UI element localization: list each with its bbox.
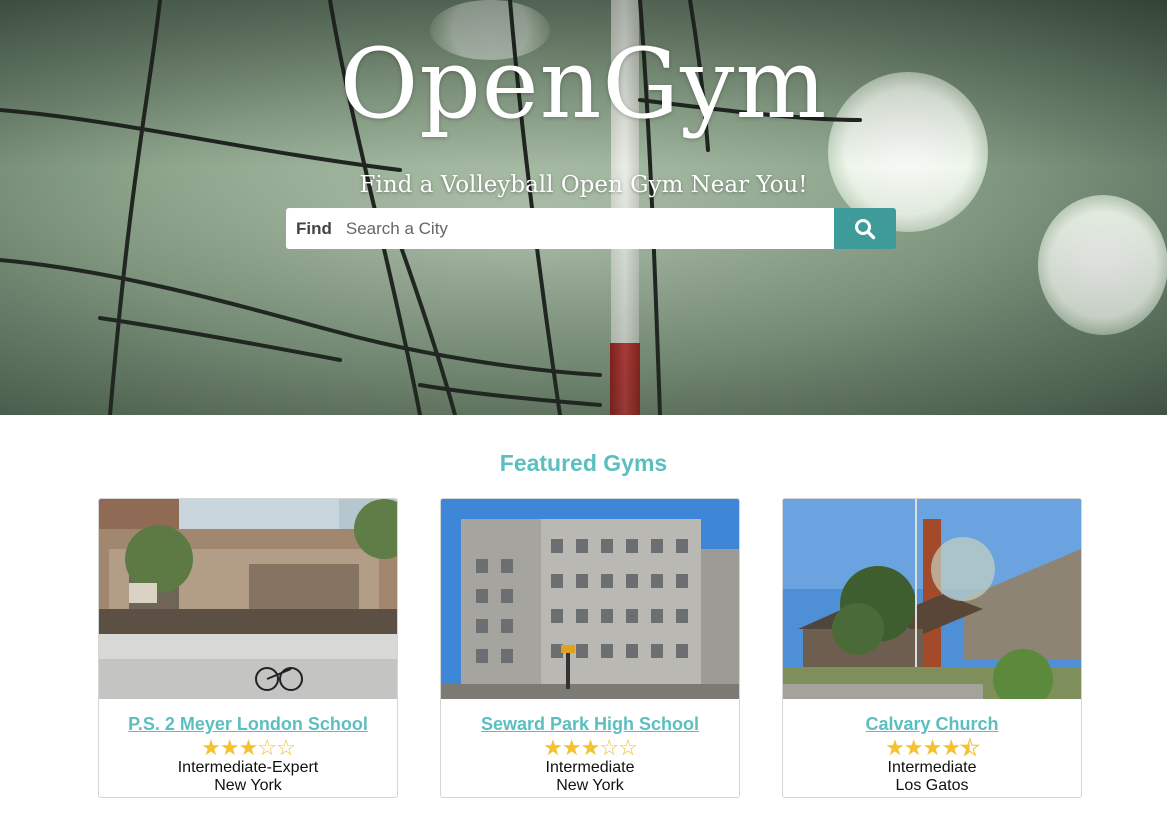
star-empty-icon: ☆	[276, 735, 296, 760]
gym-skill-level: Intermediate	[545, 759, 635, 776]
gym-card: Seward Park High School ★★★☆☆ Intermedia…	[440, 498, 740, 798]
search-button[interactable]	[834, 208, 896, 249]
star-full-icon: ★	[903, 735, 924, 760]
gym-photo[interactable]	[783, 499, 1081, 699]
gym-skill-level: Intermediate-Expert	[177, 759, 319, 776]
featured-gyms-heading: Featured Gyms	[499, 450, 668, 476]
star-half-icon: ★	[960, 735, 981, 760]
gym-city: New York	[214, 777, 282, 794]
search-find-label: Find	[286, 208, 340, 249]
gym-name-link[interactable]: Calvary Church	[783, 714, 1081, 735]
star-full-icon: ★	[922, 735, 943, 760]
gym-skill-level: Intermediate	[887, 759, 977, 776]
gym-city: Los Gatos	[895, 777, 969, 794]
gym-rating-stars: ★★★☆☆	[99, 737, 397, 759]
gym-photo[interactable]	[441, 499, 739, 699]
gym-card: Calvary Church ★★★★★ Intermediate Los Ga…	[782, 498, 1082, 798]
gym-name-link[interactable]: Seward Park High School	[441, 714, 739, 735]
site-logo[interactable]: OpenGym	[0, 28, 1167, 140]
star-empty-icon: ☆	[599, 735, 619, 760]
star-empty-icon: ☆	[618, 735, 638, 760]
star-full-icon: ★	[219, 735, 240, 760]
search-icon	[855, 218, 876, 239]
gym-rating-stars: ★★★★★	[783, 735, 1081, 760]
star-full-icon: ★	[543, 735, 563, 760]
star-full-icon: ★	[238, 735, 259, 760]
star-full-icon: ★	[580, 735, 601, 760]
gym-card: P.S. 2 Meyer London School ★★★☆☆ Interme…	[98, 498, 398, 798]
gym-rating-stars: ★★★☆☆	[441, 737, 739, 759]
star-full-icon: ★	[941, 735, 961, 760]
star-full-icon: ★	[201, 735, 221, 760]
hero-banner: OpenGym Find a Volleyball Open Gym Near …	[0, 0, 1167, 415]
city-search-input[interactable]	[339, 208, 834, 249]
star-full-icon: ★	[885, 735, 905, 760]
star-full-icon: ★	[561, 735, 582, 760]
gym-city: New York	[556, 777, 624, 794]
gym-name-link[interactable]: P.S. 2 Meyer London School	[99, 714, 397, 735]
city-search-form: Find	[286, 208, 896, 249]
hero-tagline: Find a Volleyball Open Gym Near You!	[359, 172, 808, 198]
star-empty-icon: ☆	[257, 735, 277, 760]
gym-photo[interactable]	[99, 499, 397, 699]
